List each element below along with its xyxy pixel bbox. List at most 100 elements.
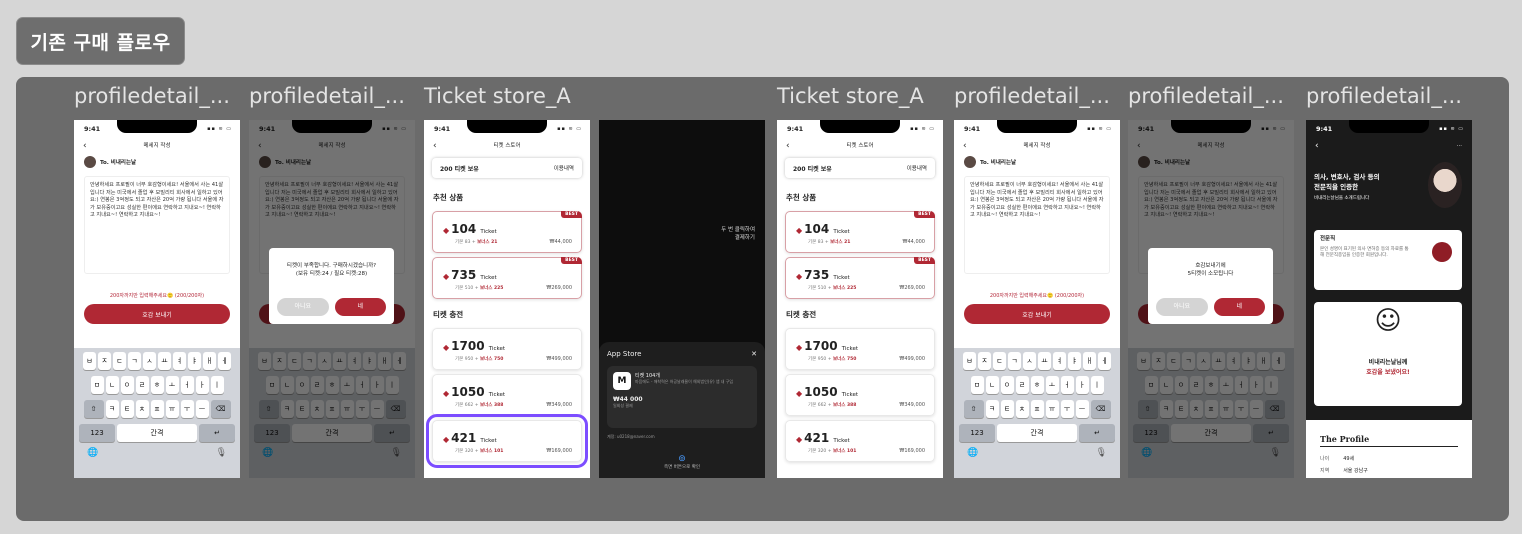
ticket-product-selected[interactable]: ◆ 421 Ticket 기본 320 + 보너스 101 ₩169,000 [426,414,588,468]
key[interactable]: ㅔ [1098,352,1111,370]
back-icon[interactable]: ‹ [83,138,87,154]
key[interactable]: ㅜ [1060,400,1074,418]
return-key[interactable]: ↵ [1079,424,1115,442]
key[interactable]: ㅓ [1060,376,1074,394]
back-icon[interactable]: ‹ [1315,138,1319,154]
key[interactable]: ㅣ [1090,376,1104,394]
back-icon[interactable]: ‹ [963,138,967,154]
key[interactable]: ㅊ [135,400,149,418]
key[interactable]: ㅑ [188,352,201,370]
frame-label[interactable]: profiledetail_... [249,84,405,108]
close-icon[interactable]: ✕ [751,350,757,358]
key[interactable]: ㅜ [180,400,194,418]
key[interactable]: ㅅ [1023,352,1036,370]
key[interactable]: ㄹ [1015,376,1029,394]
key[interactable]: ㅑ [1068,352,1081,370]
key[interactable]: ㄹ [135,376,149,394]
frame-label[interactable]: Ticket store_A [424,84,571,108]
numbers-key[interactable]: 123 [79,424,115,442]
key[interactable]: ㅂ [963,352,976,370]
frame-label[interactable]: profiledetail_... [74,84,230,108]
dialog-no-button[interactable]: 아니요 [1156,298,1208,316]
globe-icon[interactable]: 🌐 [87,448,98,458]
key[interactable]: ㅍ [150,400,164,418]
key[interactable]: ㅠ [165,400,179,418]
key[interactable]: ㅛ [1038,352,1051,370]
key[interactable]: ㄴ [105,376,119,394]
key[interactable]: ㄷ [993,352,1006,370]
key[interactable]: ㅕ [1053,352,1066,370]
history-link[interactable]: 이용내역 [907,164,927,172]
key[interactable]: ㅏ [195,376,209,394]
return-key[interactable]: ↵ [199,424,235,442]
delete-key[interactable]: ⌫ [1090,400,1111,418]
dialog-no-button[interactable]: 아니요 [277,298,329,316]
key[interactable]: ㅌ [120,400,134,418]
message-input[interactable]: 안녕하세요 프로필이 너무 호감형이세요! 서울에서 사는 41살입니다 저는 … [964,176,1110,274]
send-button[interactable]: 호감 보내기 [84,304,230,324]
history-link[interactable]: 이용내역 [554,164,574,172]
key[interactable]: ㅌ [1000,400,1014,418]
ticket-product[interactable]: BEST ◆ 104 Ticket 기본 83 + 보너스 21 ₩44,000 [432,211,582,253]
ticket-product[interactable]: ◆ 1700 Ticket 기본 950 + 보너스 750 ₩499,000 [432,328,582,370]
ticket-product[interactable]: ◆ 1050 Ticket 기본 662 + 보너스 388 ₩349,000 [432,374,582,416]
ticket-product[interactable]: BEST ◆ 735 Ticket 기본 510 + 보너스 225 ₩269,000 [432,257,582,299]
key[interactable]: ㅏ [1075,376,1089,394]
key[interactable]: ㅇ [120,376,134,394]
shift-key[interactable]: ⇧ [963,400,984,418]
key[interactable]: ㄷ [113,352,126,370]
key[interactable]: ㅓ [180,376,194,394]
key[interactable]: ㅅ [143,352,156,370]
key[interactable]: ㅕ [173,352,186,370]
frame-label[interactable]: profiledetail_... [1128,84,1284,108]
key[interactable]: ㅡ [1075,400,1089,418]
ticket-product[interactable]: ◆ 1700 Ticket 기본 950 + 보너스 750 ₩499,000 [785,328,935,370]
space-key[interactable]: 간격 [997,424,1077,442]
key[interactable]: ㄴ [985,376,999,394]
back-icon[interactable]: ‹ [786,138,790,154]
back-icon[interactable]: ‹ [433,138,437,154]
key[interactable]: ㅋ [105,400,119,418]
key[interactable]: ㅎ [150,376,164,394]
mic-icon[interactable]: 🎙 [1096,448,1107,458]
key[interactable]: ㅡ [195,400,209,418]
key[interactable]: ㅊ [1015,400,1029,418]
message-input[interactable]: 안녕하세요 프로필이 너무 호감형이세요! 서울에서 사는 41살입니다 저는 … [84,176,230,274]
key[interactable]: ㄱ [1008,352,1021,370]
ticket-product[interactable]: BEST ◆ 104 Ticket 기본 83 + 보너스 21 ₩44,000 [785,211,935,253]
ticket-product[interactable]: ◆ 421 Ticket 기본 320 + 보너스 101 ₩169,000 [785,420,935,462]
shift-key[interactable]: ⇧ [83,400,104,418]
space-key[interactable]: 간격 [117,424,197,442]
frame-label[interactable]: profiledetail_... [954,84,1110,108]
key[interactable]: ㅈ [978,352,991,370]
frame-label[interactable]: profiledetail_... [1306,84,1462,108]
frame-label[interactable]: Ticket store_A [777,84,924,108]
mic-icon[interactable]: 🎙 [216,448,227,458]
ticket-product[interactable]: BEST ◆ 735 Ticket 기본 510 + 보너스 225 ₩269,000 [785,257,935,299]
delete-key[interactable]: ⌫ [210,400,231,418]
key[interactable]: ㅐ [203,352,216,370]
key[interactable]: ㅂ [83,352,96,370]
key[interactable]: ㅈ [98,352,111,370]
key[interactable]: ㅠ [1045,400,1059,418]
send-button[interactable]: 호감 보내기 [964,304,1110,324]
key[interactable]: ㅇ [1000,376,1014,394]
dialog-yes-button[interactable]: 네 [334,298,386,316]
key[interactable]: ㄱ [128,352,141,370]
key[interactable]: ㅣ [210,376,224,394]
key[interactable]: ㅍ [1030,400,1044,418]
key[interactable]: ㅋ [985,400,999,418]
key[interactable]: ㅗ [1045,376,1059,394]
key[interactable]: ㅐ [1083,352,1096,370]
key[interactable]: ㅛ [158,352,171,370]
more-icon[interactable]: ··· [1457,138,1462,154]
key[interactable]: ㅁ [90,376,104,394]
key[interactable]: ㅔ [218,352,231,370]
globe-icon[interactable]: 🌐 [967,448,978,458]
numbers-key[interactable]: 123 [959,424,995,442]
ticket-product[interactable]: ◆ 1050 Ticket 기본 662 + 보너스 388 ₩349,000 [785,374,935,416]
key[interactable]: ㅎ [1030,376,1044,394]
key[interactable]: ㅁ [970,376,984,394]
dialog-yes-button[interactable]: 네 [1213,298,1265,316]
key[interactable]: ㅗ [165,376,179,394]
